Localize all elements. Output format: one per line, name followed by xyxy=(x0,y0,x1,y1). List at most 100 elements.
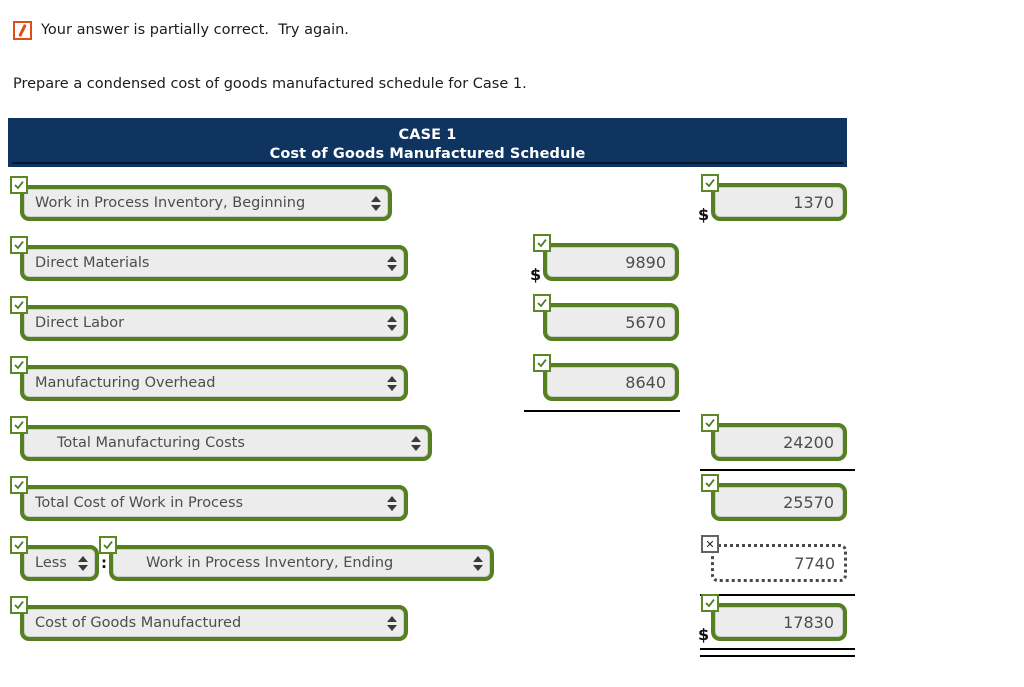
subtotal-rule-middle xyxy=(524,410,680,412)
select-value: Direct Labor xyxy=(35,315,125,331)
schedule-rows: Work in Process Inventory, Beginning 137… xyxy=(8,167,855,657)
amount-input-6[interactable]: 7740 xyxy=(711,544,847,582)
select-value: Work in Process Inventory, Ending xyxy=(146,555,394,571)
dollar-sign: $ xyxy=(698,625,710,644)
chevron-updown-icon xyxy=(387,375,398,392)
select-account-4[interactable]: Total Manufacturing Costs xyxy=(20,425,432,461)
correct-check-icon xyxy=(10,176,28,194)
chevron-updown-icon xyxy=(473,555,484,572)
amount-field[interactable]: 25570 xyxy=(701,474,847,521)
correct-check-icon xyxy=(10,536,28,554)
row-label-cell: Work in Process Inventory, Beginning xyxy=(10,176,392,221)
select-account-2[interactable]: Direct Labor xyxy=(20,305,408,341)
chevron-updown-icon xyxy=(387,615,398,632)
amount-cell-right: 25570 xyxy=(701,474,847,521)
schedule-title-case: CASE 1 xyxy=(398,127,457,143)
select-prefix-6[interactable]: Less xyxy=(20,545,99,581)
subtotal-rule-right-2 xyxy=(700,594,855,596)
row-label-cell: Less : Work in Process Inventory, Ending xyxy=(10,536,494,581)
select-value: Less xyxy=(35,555,67,571)
amount-cell-right: 24200 xyxy=(701,414,847,461)
select-value: Manufacturing Overhead xyxy=(35,375,216,391)
correct-check-icon xyxy=(701,174,719,192)
chevron-updown-icon xyxy=(411,435,422,452)
amount-cell-middle: 8640 xyxy=(533,354,679,401)
table-row: Direct Labor 5670 xyxy=(8,294,847,357)
account-select-field[interactable]: Work in Process Inventory, Ending xyxy=(99,536,494,581)
account-select-field[interactable]: Cost of Goods Manufactured xyxy=(10,596,408,641)
amount-input-1[interactable]: 9890 xyxy=(543,243,679,281)
correct-check-icon xyxy=(10,476,28,494)
schedule-header: CASE 1 Cost of Goods Manufactured Schedu… xyxy=(8,118,847,167)
amount-field[interactable]: 17830 $ xyxy=(698,594,847,643)
correct-check-icon xyxy=(10,236,28,254)
row-label-cell: Manufacturing Overhead xyxy=(10,356,408,401)
account-select-field[interactable]: Work in Process Inventory, Beginning xyxy=(10,176,392,221)
select-value: Work in Process Inventory, Beginning xyxy=(35,195,306,211)
amount-field[interactable]: 5670 xyxy=(533,294,679,341)
amount-cell-middle: 9890 $ xyxy=(530,234,679,283)
chevron-updown-icon xyxy=(78,555,89,572)
schedule-title-name: Cost of Goods Manufactured Schedule xyxy=(269,146,586,162)
correct-check-icon xyxy=(10,416,28,434)
amount-field[interactable]: 9890 $ xyxy=(530,234,679,283)
grand-total-rule xyxy=(700,648,855,657)
dollar-sign: $ xyxy=(698,205,710,224)
correct-check-icon xyxy=(533,294,551,312)
correct-check-icon xyxy=(533,354,551,372)
account-select-field[interactable]: Manufacturing Overhead xyxy=(10,356,408,401)
table-row: Work in Process Inventory, Beginning 137… xyxy=(8,174,847,237)
select-account-0[interactable]: Work in Process Inventory, Beginning xyxy=(20,185,392,221)
amount-input-0[interactable]: 1370 xyxy=(711,183,847,221)
amount-field[interactable]: 24200 xyxy=(701,414,847,461)
correct-check-icon xyxy=(10,356,28,374)
select-value: Cost of Goods Manufactured xyxy=(35,615,242,631)
account-select-field[interactable]: Total Manufacturing Costs xyxy=(10,416,432,461)
correct-check-icon xyxy=(701,414,719,432)
select-value: Total Cost of Work in Process xyxy=(35,495,244,511)
correct-check-icon xyxy=(533,234,551,252)
select-account-1[interactable]: Direct Materials xyxy=(20,245,408,281)
select-account-7[interactable]: Cost of Goods Manufactured xyxy=(20,605,408,641)
amount-cell-right: 17830 $ xyxy=(698,594,847,643)
chevron-updown-icon xyxy=(387,315,398,332)
amount-field[interactable]: ✕ 7740 xyxy=(701,535,847,582)
correct-check-icon xyxy=(10,296,28,314)
amount-input-3[interactable]: 8640 xyxy=(543,363,679,401)
table-row: Direct Materials 9890 $ xyxy=(8,234,847,297)
select-account-3[interactable]: Manufacturing Overhead xyxy=(20,365,408,401)
select-account-6[interactable]: Work in Process Inventory, Ending xyxy=(109,545,494,581)
amount-input-7[interactable]: 17830 xyxy=(711,603,847,641)
amount-input-2[interactable]: 5670 xyxy=(543,303,679,341)
row-label-cell: Cost of Goods Manufactured xyxy=(10,596,408,641)
cost-of-goods-schedule: CASE 1 Cost of Goods Manufactured Schedu… xyxy=(8,118,855,657)
partial-correct-icon xyxy=(13,21,32,40)
amount-field[interactable]: 1370 $ xyxy=(698,174,847,223)
amount-input-5[interactable]: 25570 xyxy=(711,483,847,521)
chevron-updown-icon xyxy=(387,255,398,272)
account-select-field[interactable]: Total Cost of Work in Process xyxy=(10,476,408,521)
select-account-5[interactable]: Total Cost of Work in Process xyxy=(20,485,408,521)
table-row: Less : Work in Process Inventory, Ending… xyxy=(8,535,855,597)
prefix-select-field[interactable]: Less xyxy=(10,536,99,581)
correct-check-icon xyxy=(10,596,28,614)
correct-check-icon xyxy=(701,594,719,612)
correct-check-icon xyxy=(701,474,719,492)
row-label-cell: Total Manufacturing Costs xyxy=(10,416,432,461)
select-value: Total Manufacturing Costs xyxy=(57,435,245,451)
row-label-cell: Direct Labor xyxy=(10,296,408,341)
row-label-cell: Direct Materials xyxy=(10,236,408,281)
chevron-updown-icon xyxy=(387,495,398,512)
select-value: Direct Materials xyxy=(35,255,150,271)
subtotal-rule-right-1 xyxy=(700,469,855,471)
amount-cell-middle: 5670 xyxy=(533,294,679,341)
correct-check-icon xyxy=(99,536,117,554)
question-prompt: Prepare a condensed cost of goods manufa… xyxy=(13,76,527,92)
feedback-banner: Your answer is partially correct. Try ag… xyxy=(13,21,349,40)
account-select-field[interactable]: Direct Materials xyxy=(10,236,408,281)
account-select-field[interactable]: Direct Labor xyxy=(10,296,408,341)
amount-field[interactable]: 8640 xyxy=(533,354,679,401)
incorrect-x-icon: ✕ xyxy=(701,535,719,553)
dollar-sign: $ xyxy=(530,265,542,284)
amount-input-4[interactable]: 24200 xyxy=(711,423,847,461)
